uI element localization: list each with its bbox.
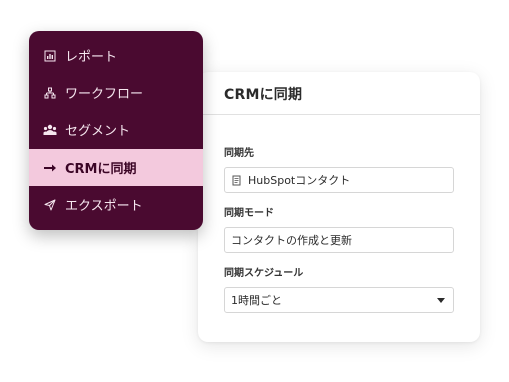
- schedule-select[interactable]: 1時間ごと: [224, 287, 454, 313]
- segment-icon: [43, 123, 57, 137]
- stage: CRMに同期 同期先 HubSpotコンタクト 同期モード コンタクトの作成と更…: [0, 0, 509, 382]
- nav-menu: レポート ワークフロー セグメント CRMに同期 エクスポート: [29, 31, 203, 230]
- card-header: CRMに同期: [198, 72, 480, 115]
- nav-item-crm-sync[interactable]: CRMに同期: [29, 149, 203, 186]
- nav-item-reports[interactable]: レポート: [29, 37, 203, 74]
- nav-item-label: セグメント: [65, 124, 131, 139]
- nav-item-workflows[interactable]: ワークフロー: [29, 74, 203, 111]
- arrow-right-icon: [43, 161, 57, 175]
- nav-item-label: エクスポート: [65, 199, 143, 214]
- schedule-value: 1時間ごと: [231, 294, 282, 307]
- mode-label: 同期モード: [224, 208, 274, 219]
- schedule-field: 同期スケジュール 1時間ごと: [224, 267, 454, 313]
- nav-item-label: レポート: [65, 50, 118, 65]
- report-icon: [43, 49, 57, 63]
- sync-settings-card: CRMに同期 同期先 HubSpotコンタクト 同期モード コンタクトの作成と更…: [198, 72, 480, 342]
- nav-item-segments[interactable]: セグメント: [29, 111, 203, 148]
- card-title: CRMに同期: [224, 86, 303, 103]
- destination-input[interactable]: HubSpotコンタクト: [224, 167, 454, 193]
- schedule-label: 同期スケジュール: [224, 268, 304, 279]
- mode-field: 同期モード コンタクトの作成と更新: [224, 207, 454, 253]
- mode-value: コンタクトの作成と更新: [231, 234, 352, 247]
- send-icon: [43, 198, 57, 212]
- workflow-icon: [43, 86, 57, 100]
- mode-input[interactable]: コンタクトの作成と更新: [224, 227, 454, 253]
- nav-item-label: ワークフロー: [65, 87, 144, 102]
- chevron-down-icon: [437, 297, 445, 303]
- nav-item-export[interactable]: エクスポート: [29, 186, 203, 223]
- destination-value: HubSpotコンタクト: [248, 174, 351, 187]
- nav-item-label: CRMに同期: [65, 162, 137, 177]
- document-icon: [231, 175, 242, 186]
- destination-label: 同期先: [224, 148, 254, 159]
- destination-field: 同期先 HubSpotコンタクト: [224, 147, 454, 193]
